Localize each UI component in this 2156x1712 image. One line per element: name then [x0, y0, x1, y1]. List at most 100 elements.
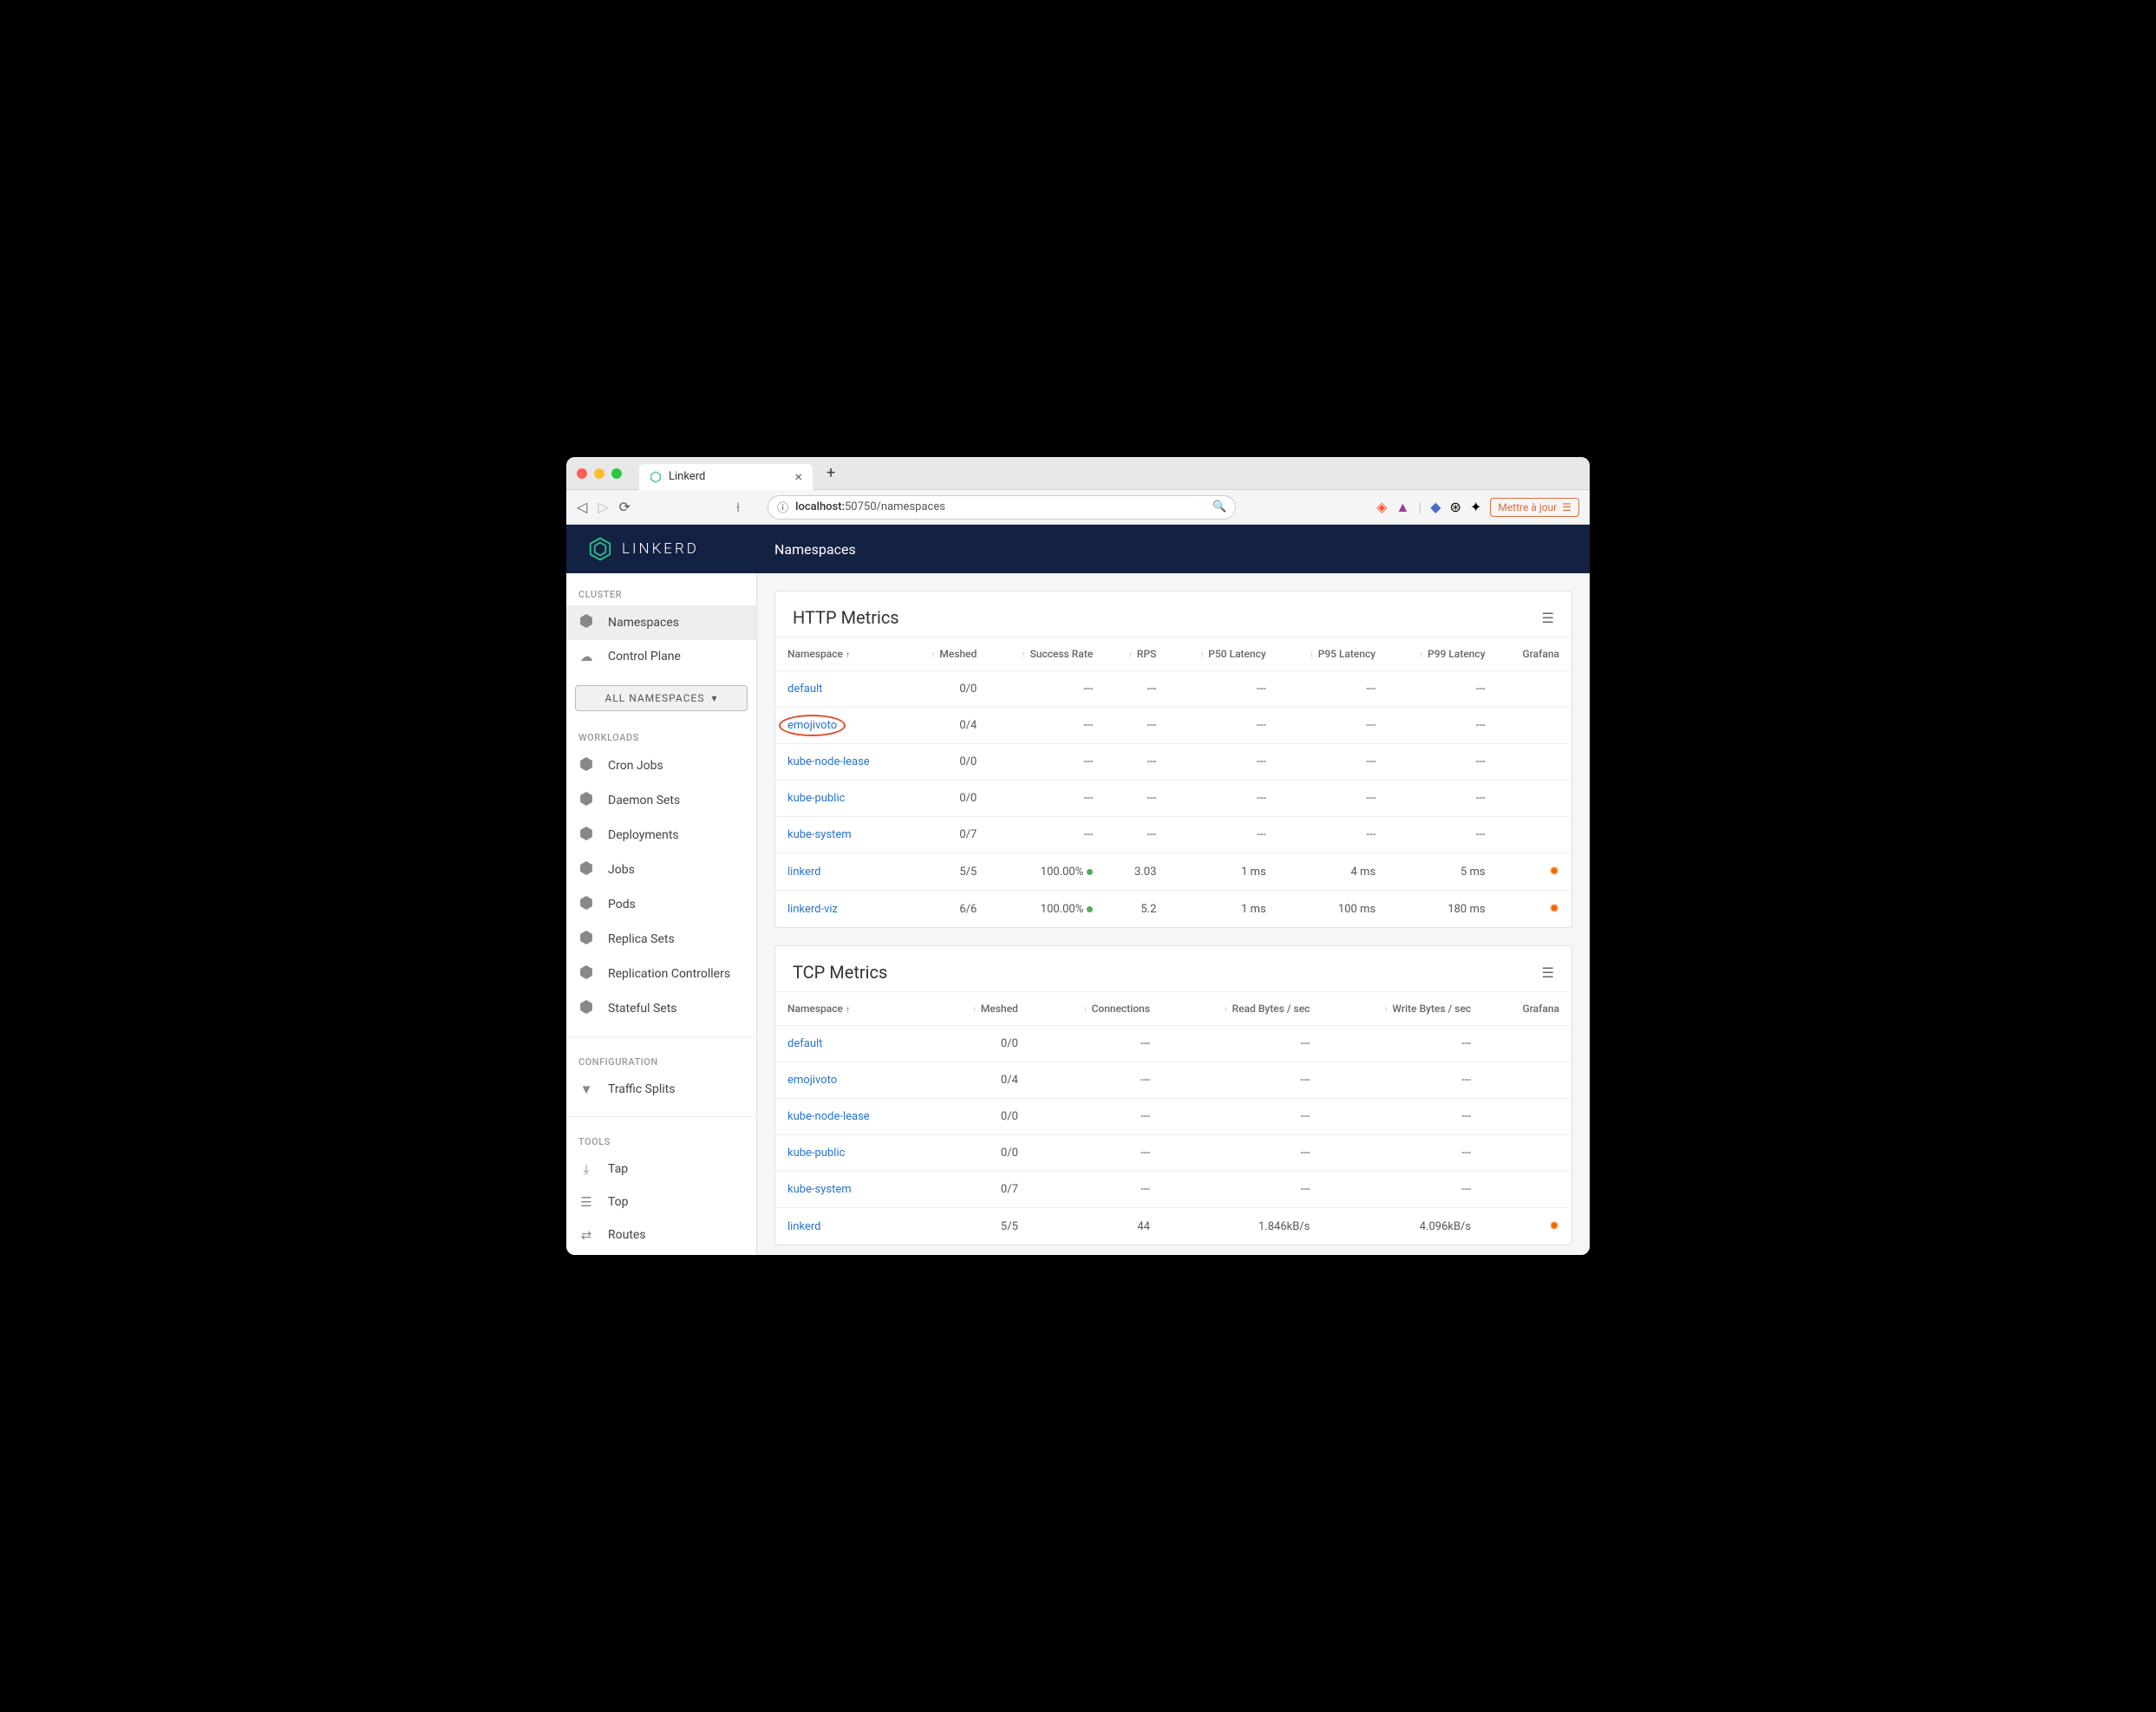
url-text: localhost:50750/namespaces — [795, 500, 945, 513]
http-metrics-card: HTTP Metrics ☰ Namespace ↑↑ Meshed↑ Succ… — [774, 591, 1572, 928]
tcp-metrics-table: Namespace ↑↑ Meshed↑ Connections↑ Read B… — [775, 991, 1571, 1245]
extensions-menu-icon[interactable]: ✦ — [1470, 499, 1481, 515]
sidebar-item-daemon-sets[interactable]: Daemon Sets — [566, 783, 756, 818]
column-header[interactable]: Namespace ↑ — [775, 637, 904, 671]
column-header[interactable]: ↑ P95 Latency — [1278, 637, 1388, 671]
new-tab-button[interactable]: + — [826, 464, 835, 482]
site-info-icon[interactable]: ⓘ — [777, 499, 788, 515]
hex-icon — [578, 896, 594, 913]
sidebar-item-stateful-sets[interactable]: Stateful Sets — [566, 991, 756, 1026]
menu-icon: ☰ — [1562, 501, 1571, 513]
filter-icon[interactable]: ☰ — [1542, 964, 1554, 981]
column-header[interactable]: Grafana — [1483, 992, 1571, 1026]
grafana-icon[interactable]: ✹ — [1549, 902, 1559, 916]
close-window[interactable] — [577, 468, 587, 479]
filter-icon[interactable]: ☰ — [1542, 610, 1554, 626]
column-header[interactable]: ↑ Meshed — [929, 992, 1030, 1026]
column-header[interactable]: ↑ Meshed — [904, 637, 989, 671]
table-row: kube-node-lease0/0--------------- — [775, 744, 1571, 781]
app-logo[interactable]: LINKERD — [566, 536, 757, 562]
card-title: TCP Metrics — [793, 962, 887, 983]
namespace-link[interactable]: kube-node-lease — [787, 1110, 870, 1123]
bookmark-button[interactable]: ⟊ — [736, 499, 740, 516]
table-row: default0/0--------------- — [775, 671, 1571, 708]
sidebar-heading-cluster: CLUSTER — [566, 580, 756, 605]
card-title: HTTP Metrics — [793, 607, 899, 628]
table-row: emojivoto0/4--------------- — [775, 708, 1571, 744]
sidebar-item-pods[interactable]: Pods — [566, 887, 756, 922]
brave-rewards-icon[interactable]: ▲ — [1395, 499, 1409, 516]
column-header[interactable]: ↑ P99 Latency — [1388, 637, 1497, 671]
sidebar-item-routes[interactable]: ⇄Routes — [566, 1219, 756, 1251]
hex-icon — [578, 1000, 594, 1017]
column-header[interactable]: ↑ Read Bytes / sec — [1162, 992, 1322, 1026]
table-row: kube-public0/0--------------- — [775, 781, 1571, 817]
hex-icon — [578, 757, 594, 774]
namespace-link[interactable]: default — [787, 1037, 822, 1050]
namespace-link[interactable]: kube-public — [787, 792, 845, 805]
namespace-link[interactable]: linkerd-viz — [787, 903, 838, 916]
search-in-page-icon[interactable]: 🔍 — [1212, 500, 1226, 513]
namespace-link[interactable]: kube-system — [787, 828, 852, 841]
sidebar-item-deployments[interactable]: Deployments — [566, 818, 756, 853]
sidebar-item-namespaces[interactable]: Namespaces — [566, 605, 756, 640]
minimize-window[interactable] — [594, 468, 604, 479]
main-content: HTTP Metrics ☰ Namespace ↑↑ Meshed↑ Succ… — [757, 573, 1590, 1255]
namespace-selector[interactable]: ALL NAMESPACES▾ — [575, 685, 748, 711]
address-bar[interactable]: ⓘ localhost:50750/namespaces 🔍 — [768, 495, 1236, 519]
table-row: linkerd5/5441.846kB/s4.096kB/s✹ — [775, 1208, 1571, 1245]
shuffle-icon: ⇄ — [578, 1227, 594, 1243]
sidebar-heading-configuration: CONFIGURATION — [566, 1048, 756, 1073]
browser-tab[interactable]: Linkerd × — [639, 464, 813, 490]
sidebar-item-replication-controllers[interactable]: Replication Controllers — [566, 957, 756, 991]
namespace-link[interactable]: default — [787, 683, 822, 696]
namespace-link[interactable]: linkerd — [787, 866, 820, 879]
sidebar-item-traffic-splits[interactable]: ▼Traffic Splits — [566, 1073, 756, 1106]
hex-icon — [578, 861, 594, 879]
column-header[interactable]: ↑ Write Bytes / sec — [1322, 992, 1483, 1026]
sidebar-heading-workloads: WORKLOADS — [566, 723, 756, 748]
hex-icon — [578, 965, 594, 983]
namespace-link[interactable]: kube-node-lease — [787, 755, 870, 768]
table-row: linkerd5/5100.00%3.031 ms4 ms5 ms✹ — [775, 853, 1571, 891]
extension-icon[interactable]: ◆ — [1430, 499, 1441, 515]
app-body: CLUSTER Namespaces ☁Control Plane ALL NA… — [566, 573, 1590, 1255]
update-button[interactable]: Mettre à jour ☰ — [1490, 498, 1579, 517]
breadcrumb: Namespaces — [757, 541, 873, 558]
sidebar-item-control-plane[interactable]: ☁Control Plane — [566, 640, 756, 673]
grafana-icon[interactable]: ✹ — [1549, 865, 1559, 879]
namespace-link[interactable]: emojivoto — [787, 719, 837, 732]
extension-icon-2[interactable]: ⊛ — [1450, 499, 1461, 515]
table-row: kube-system0/7--------- — [775, 1172, 1571, 1208]
cloud-icon: ☁ — [578, 649, 594, 664]
reload-button[interactable]: ⟳ — [619, 499, 630, 515]
http-metrics-table: Namespace ↑↑ Meshed↑ Success Rate↑ RPS↑ … — [775, 637, 1571, 927]
table-row: kube-system0/7--------------- — [775, 817, 1571, 853]
app: LINKERD Namespaces CLUSTER Namespaces ☁C… — [566, 525, 1590, 1255]
namespace-link[interactable]: linkerd — [787, 1220, 820, 1233]
close-tab-icon[interactable]: × — [794, 468, 802, 485]
sidebar: CLUSTER Namespaces ☁Control Plane ALL NA… — [566, 573, 757, 1255]
sidebar-item-top[interactable]: ☰Top — [566, 1186, 756, 1219]
column-header[interactable]: ↑ RPS — [1105, 637, 1168, 671]
maximize-window[interactable] — [611, 468, 622, 479]
grafana-icon[interactable]: ✹ — [1549, 1219, 1559, 1233]
column-header[interactable]: Namespace ↑ — [775, 992, 929, 1026]
namespace-link[interactable]: kube-system — [787, 1183, 852, 1196]
sidebar-item-cron-jobs[interactable]: Cron Jobs — [566, 748, 756, 783]
sidebar-item-jobs[interactable]: Jobs — [566, 853, 756, 887]
tcp-metrics-card: TCP Metrics ☰ Namespace ↑↑ Meshed↑ Conne… — [774, 945, 1572, 1245]
namespace-link[interactable]: kube-public — [787, 1147, 845, 1160]
column-header[interactable]: ↑ P50 Latency — [1168, 637, 1277, 671]
sidebar-item-tap[interactable]: ⤓Tap — [566, 1153, 756, 1186]
sidebar-item-replica-sets[interactable]: Replica Sets — [566, 922, 756, 957]
column-header[interactable]: Grafana — [1498, 637, 1571, 671]
table-row: emojivoto0/4--------- — [775, 1062, 1571, 1099]
column-header[interactable]: ↑ Success Rate — [989, 637, 1105, 671]
column-header[interactable]: ↑ Connections — [1030, 992, 1162, 1026]
app-header: LINKERD Namespaces — [566, 525, 1590, 573]
namespace-link[interactable]: emojivoto — [787, 1074, 837, 1087]
table-row: linkerd-viz6/6100.00%5.21 ms100 ms180 ms… — [775, 891, 1571, 928]
brave-shield-icon[interactable]: ◈ — [1376, 499, 1387, 515]
back-button[interactable]: ◁ — [577, 499, 587, 515]
